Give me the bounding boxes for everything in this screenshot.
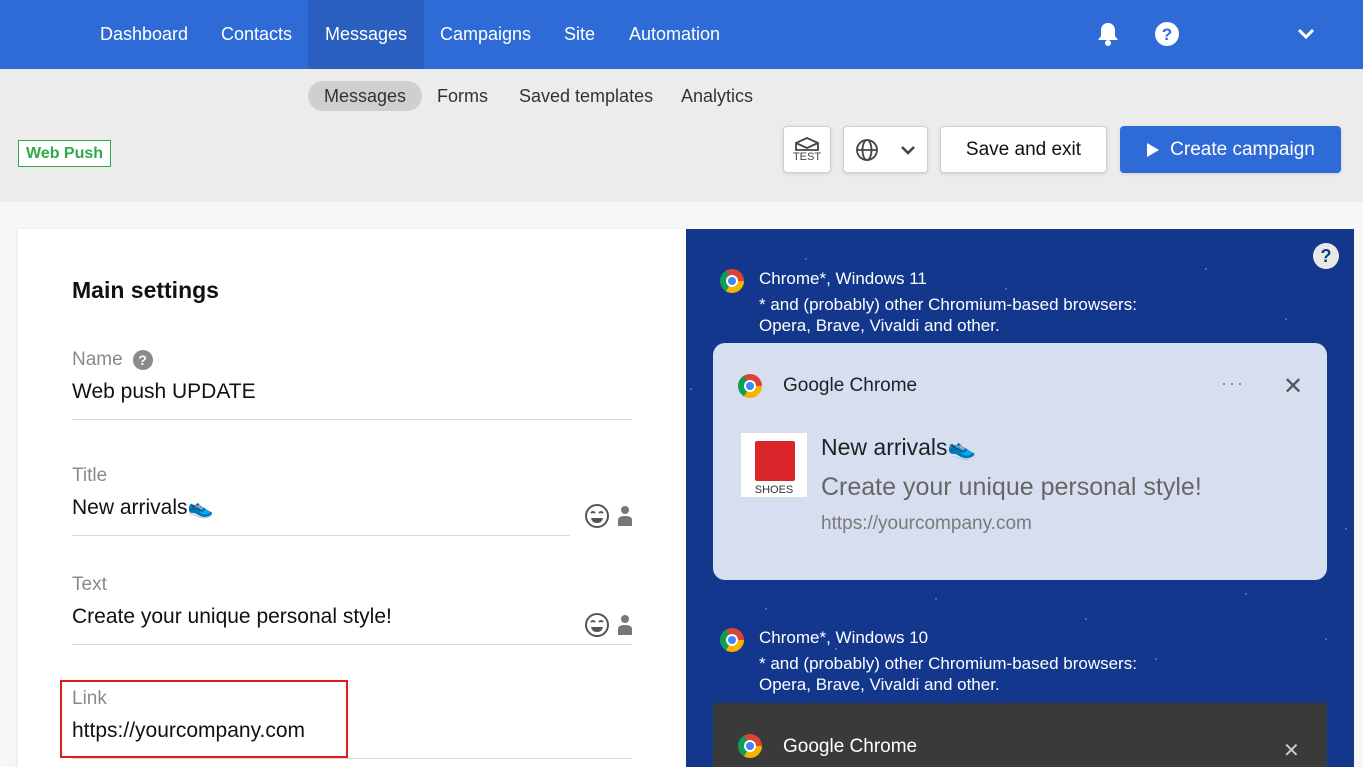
- test-label: TEST: [792, 150, 822, 163]
- subnav-forms[interactable]: Forms: [421, 81, 504, 111]
- card-app-name: Google Chrome: [783, 375, 918, 396]
- svg-text:?: ?: [1162, 25, 1172, 44]
- section-title: Main settings: [72, 277, 219, 303]
- notification-preview: ? Chrome*, Windows 11 * and (probably) o…: [686, 229, 1354, 767]
- link-highlight-box: [60, 680, 348, 758]
- chrome-icon: [720, 628, 744, 652]
- subnav-analytics[interactable]: Analytics: [665, 81, 769, 111]
- thumb-caption: SHOES: [754, 484, 794, 496]
- name-field[interactable]: Name? Web push UPDATE: [72, 349, 632, 420]
- notification-body: Create your unique personal style!: [821, 473, 1202, 501]
- nav-dashboard[interactable]: Dashboard: [83, 0, 205, 69]
- nav-contacts[interactable]: Contacts: [204, 0, 309, 69]
- top-nav: Dashboard Contacts Messages Campaigns Si…: [0, 0, 1363, 69]
- play-icon: [1147, 142, 1160, 157]
- chrome-icon: [738, 734, 762, 758]
- os-name: Chrome*, Windows 10: [759, 628, 929, 647]
- language-dropdown[interactable]: [843, 126, 928, 173]
- create-campaign-button[interactable]: Create campaign: [1120, 126, 1341, 173]
- os-note: * and (probably) other Chromium-based br…: [759, 295, 1137, 335]
- help-icon[interactable]: ?: [1151, 18, 1183, 50]
- personalization-icon[interactable]: [618, 505, 632, 527]
- chrome-icon: [738, 374, 762, 398]
- notification-url: https://yourcompany.com: [821, 513, 1032, 534]
- chevron-down-icon[interactable]: [1290, 18, 1322, 50]
- card-app-name: Google Chrome: [783, 736, 918, 757]
- emoji-icon[interactable]: [584, 503, 610, 529]
- name-label: Name: [72, 349, 123, 370]
- close-icon[interactable]: ✕: [1283, 372, 1303, 401]
- subnav-saved-templates[interactable]: Saved templates: [503, 81, 669, 111]
- os-name: Chrome*, Windows 11: [759, 269, 927, 288]
- test-button[interactable]: TEST: [783, 126, 831, 173]
- nav-messages[interactable]: Messages: [308, 0, 425, 69]
- chevron-down-icon: [901, 145, 916, 155]
- os-note: * and (probably) other Chromium-based br…: [759, 654, 1137, 694]
- sub-bar: Messages Forms Saved templates Analytics…: [0, 69, 1363, 202]
- os-windows-11: Chrome*, Windows 11 * and (probably) oth…: [720, 269, 1137, 335]
- personalization-icon[interactable]: [618, 614, 632, 636]
- nav-automation[interactable]: Automation: [612, 0, 737, 69]
- notification-image: SHOES: [740, 432, 808, 498]
- create-label: Create campaign: [1170, 138, 1315, 160]
- web-push-badge: Web Push: [18, 140, 112, 167]
- text-input[interactable]: Create your unique personal style!: [72, 605, 632, 645]
- preview-help-icon[interactable]: ?: [1313, 243, 1339, 269]
- bell-icon[interactable]: [1092, 18, 1124, 50]
- chrome-icon: [720, 269, 744, 293]
- text-label: Text: [72, 574, 107, 595]
- save-label: Save and exit: [965, 138, 1082, 160]
- notification-card-win10: Google Chrome ✕: [713, 703, 1327, 767]
- title-field[interactable]: Title New arrivals👟: [72, 465, 632, 536]
- save-and-exit-button[interactable]: Save and exit: [940, 126, 1107, 173]
- more-icon[interactable]: ···: [1221, 373, 1245, 394]
- name-input[interactable]: Web push UPDATE: [72, 380, 632, 420]
- title-input[interactable]: New arrivals👟: [72, 496, 570, 536]
- title-label: Title: [72, 465, 108, 486]
- nav-campaigns[interactable]: Campaigns: [423, 0, 548, 69]
- help-icon[interactable]: ?: [132, 350, 153, 370]
- envelope-icon: [795, 136, 819, 151]
- os-windows-10: Chrome*, Windows 10 * and (probably) oth…: [720, 628, 1137, 694]
- emoji-icon[interactable]: [584, 612, 610, 638]
- nav-site[interactable]: Site: [547, 0, 612, 69]
- notification-card-win11: Google Chrome ··· ✕ SHOES New arrivals👟 …: [713, 343, 1327, 580]
- globe-icon: [855, 138, 878, 161]
- notification-title: New arrivals👟: [821, 434, 977, 460]
- close-icon[interactable]: ✕: [1283, 738, 1300, 763]
- text-field[interactable]: Text Create your unique personal style!: [72, 574, 632, 645]
- subnav-messages[interactable]: Messages: [308, 81, 423, 111]
